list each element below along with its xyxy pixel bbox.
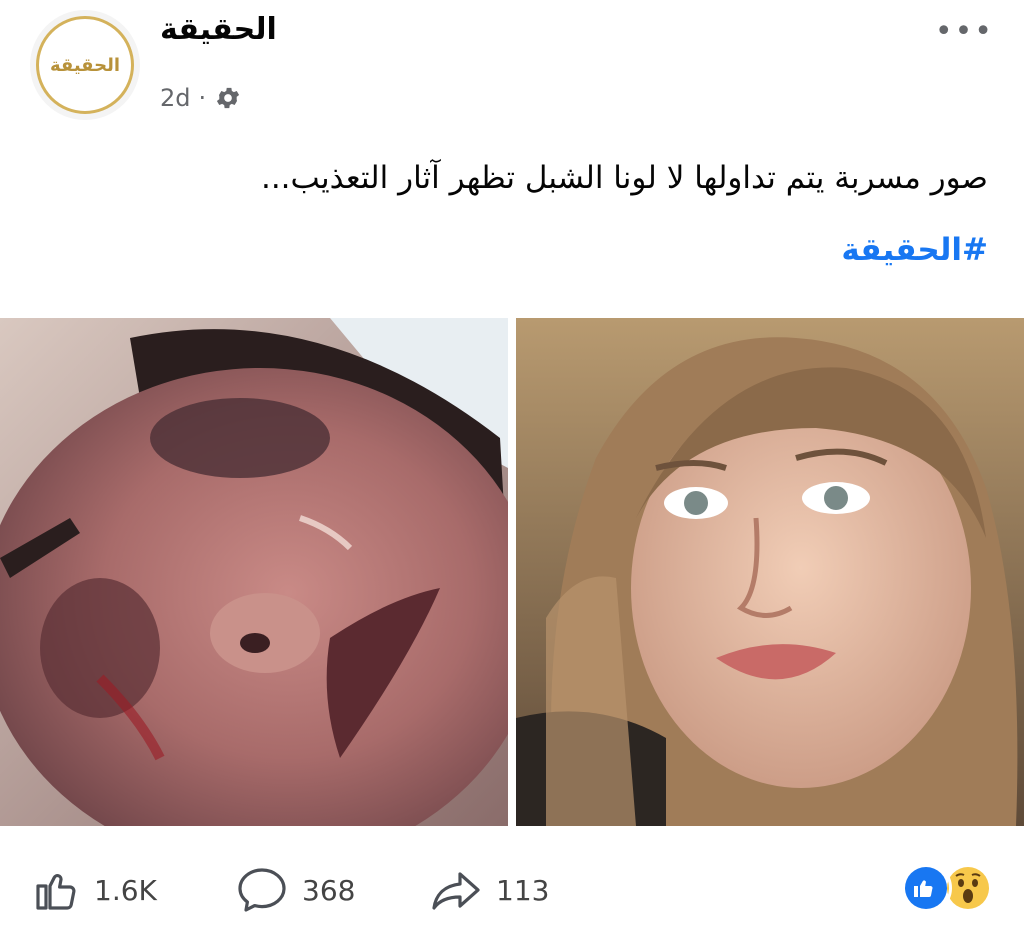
- gear-icon[interactable]: [214, 84, 242, 112]
- more-icon[interactable]: •••: [935, 14, 994, 49]
- page-avatar[interactable]: الحقيقة: [30, 10, 140, 120]
- like-reaction-icon: [900, 862, 952, 914]
- post-footer: 1.6K 368 113: [0, 840, 1024, 936]
- meta-separator: ·: [198, 84, 207, 112]
- reactions[interactable]: [900, 862, 994, 914]
- hashtag-link[interactable]: #الحقيقة: [841, 232, 988, 268]
- post-time[interactable]: 2d: [160, 84, 191, 112]
- like-button[interactable]: 1.6K: [32, 866, 157, 914]
- share-icon: [432, 872, 480, 910]
- photo-woman-portrait[interactable]: [516, 318, 1024, 826]
- post-header: الحقيقة الحقيقة 2d · •••: [0, 0, 1024, 140]
- comments-count: 368: [302, 873, 356, 907]
- comment-icon: [238, 868, 286, 912]
- avatar-ring: الحقيقة: [36, 16, 134, 114]
- page-name[interactable]: الحقيقة: [160, 12, 277, 47]
- photo-injured-face[interactable]: [0, 318, 508, 826]
- post-meta: 2d ·: [160, 84, 242, 112]
- post-text: صور مسربة يتم تداولها لا لونا الشبل تظهر…: [260, 160, 988, 196]
- avatar-logo-text: الحقيقة: [49, 54, 121, 76]
- comment-button[interactable]: 368: [236, 866, 355, 914]
- likes-count: 1.6K: [94, 873, 157, 907]
- share-button[interactable]: 113: [430, 866, 549, 914]
- woman-portrait-image: [516, 318, 1024, 826]
- injured-face-image: [0, 318, 508, 826]
- shares-count: 113: [496, 873, 550, 907]
- thumbs-up-icon: [36, 874, 76, 910]
